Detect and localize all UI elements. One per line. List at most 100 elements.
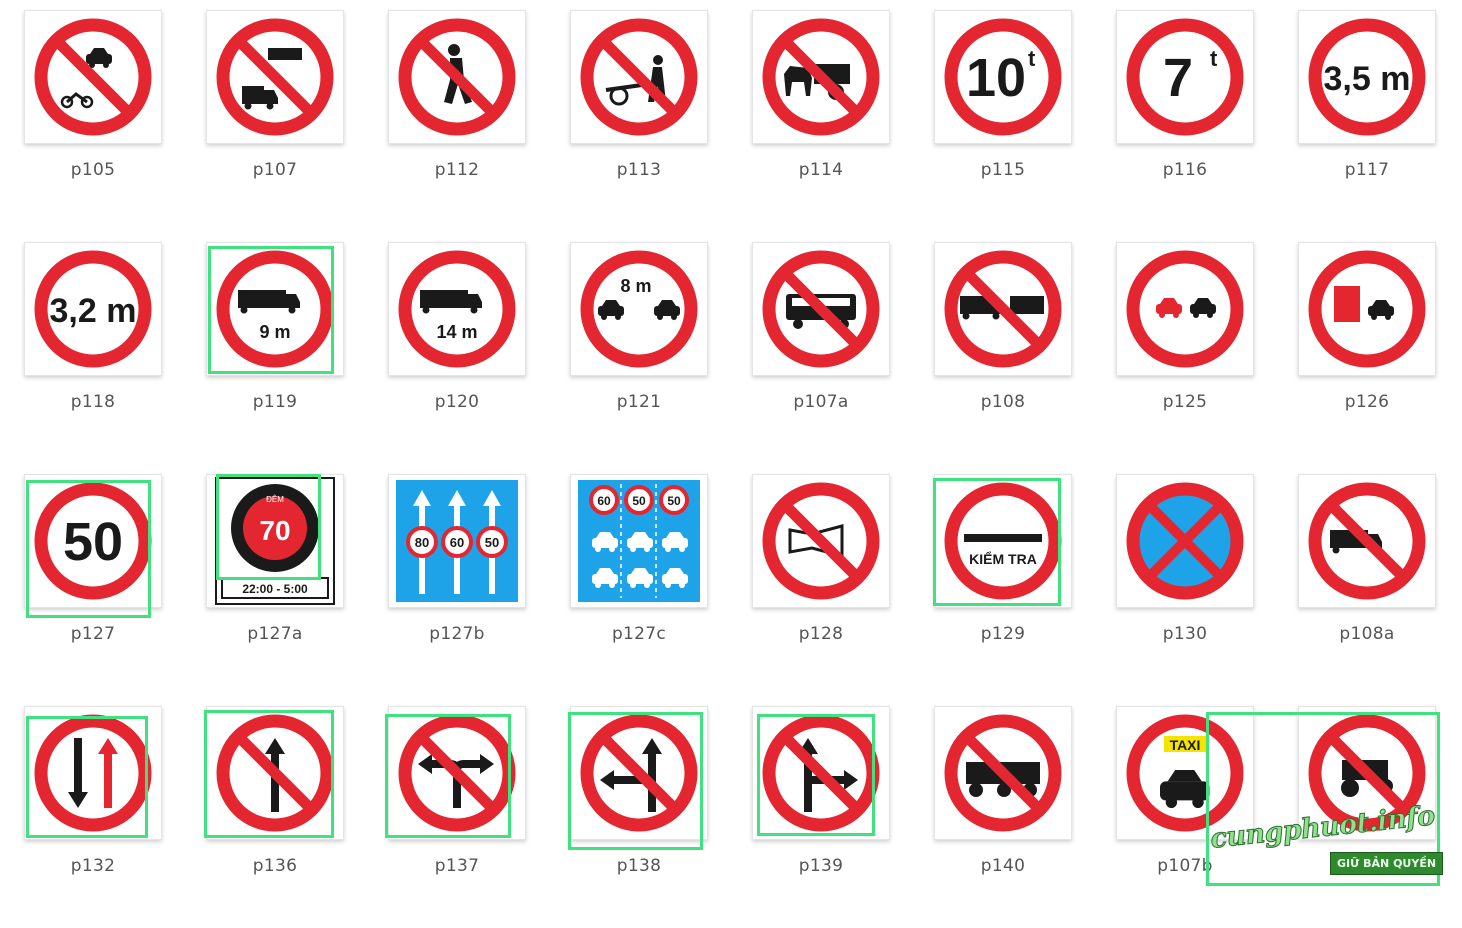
traffic-sign-p137-icon [398, 714, 516, 832]
sign-tile-p121: 8 m p121 [548, 232, 730, 464]
sign-tile-p127a: ĐÊM 70 22:00 - 5:00 p127a [184, 464, 366, 696]
sign-card [24, 10, 162, 144]
svg-text:TAXI: TAXI [1170, 737, 1201, 753]
svg-text:14 m: 14 m [436, 322, 477, 342]
sign-card: 14 m [388, 242, 526, 376]
traffic-sign-p112-icon [398, 18, 516, 136]
svg-text:8 m: 8 m [620, 276, 651, 296]
sign-card [1298, 242, 1436, 376]
traffic-sign-p115-icon: 10 t [944, 18, 1062, 136]
sign-card: 50 [24, 474, 162, 608]
traffic-sign-p140-icon [944, 714, 1062, 832]
sign-card [1116, 242, 1254, 376]
svg-text:70: 70 [259, 515, 290, 546]
sign-tile-p107b: TAXI p107b [1094, 696, 1276, 928]
sign-tile-p112: p112 [366, 0, 548, 232]
traffic-sign-p114-icon [762, 18, 880, 136]
traffic-sign-p118-icon: 3,2 m [34, 250, 152, 368]
traffic-sign-p127-icon: 50 [34, 482, 152, 600]
traffic-sign-p107b-icon: TAXI [1126, 714, 1244, 832]
sign-tile-p130: p130 [1094, 464, 1276, 696]
sign-card: 7t [1116, 10, 1254, 144]
traffic-sign-p126-icon [1308, 250, 1426, 368]
sign-code-label: p105 [70, 160, 116, 180]
traffic-sign-p132-icon [34, 714, 152, 832]
sign-card: KIỂM TRA [934, 474, 1072, 608]
sign-tile-p105: p105 [2, 0, 184, 232]
sign-tile-p127: 50 p127 [2, 464, 184, 696]
traffic-sign-p128-icon [762, 482, 880, 600]
traffic-sign-p120-icon: 14 m [398, 250, 516, 368]
traffic-sign-p139-icon [762, 714, 880, 832]
svg-text:50: 50 [63, 512, 123, 572]
sign-card [570, 706, 708, 840]
svg-text:22:00 - 5:00: 22:00 - 5:00 [242, 582, 308, 596]
sign-card [1298, 474, 1436, 608]
traffic-sign-p130-icon [1126, 482, 1244, 600]
sign-code-label: p127 [70, 624, 116, 644]
traffic-sign-p136-icon [216, 714, 334, 832]
sign-card [570, 10, 708, 144]
sign-tile-p117: 3,5 m p117 [1276, 0, 1458, 232]
svg-text:50: 50 [632, 494, 646, 508]
sign-code-label: p118 [70, 392, 116, 412]
sign-tile-p137: p137 [366, 696, 548, 928]
sign-card [206, 10, 344, 144]
sign-code-label: p108 [980, 392, 1026, 412]
sign-tile-p108: p108 [912, 232, 1094, 464]
sign-code-label: p132 [70, 856, 116, 876]
traffic-sign-p108-icon [944, 250, 1062, 368]
sign-code-label: p108a [1339, 624, 1395, 644]
sign-tile-p108a: p108a [1276, 464, 1458, 696]
sign-code-label: p125 [1162, 392, 1208, 412]
sign-tile-p126: p126 [1276, 232, 1458, 464]
sign-code-label: p127c [611, 624, 667, 644]
sign-card [24, 706, 162, 840]
sign-tile-p118: 3,2 m p118 [2, 232, 184, 464]
sign-card: 3,5 m [1298, 10, 1436, 144]
svg-text:KIỂM TRA: KIỂM TRA [969, 550, 1037, 567]
sign-code-label: p121 [616, 392, 662, 412]
traffic-sign-p127b-icon: 80 60 50 [396, 480, 518, 602]
sign-tile-p129: KIỂM TRA p129 [912, 464, 1094, 696]
sign-tile-p114: p114 [730, 0, 912, 232]
sign-tile-p136: p136 [184, 696, 366, 928]
sign-tile-p115: 10 t p115 [912, 0, 1094, 232]
sign-code-label: p127a [247, 624, 303, 644]
sign-code-label: p137 [434, 856, 480, 876]
sign-card: 60 50 50 [570, 474, 708, 608]
sign-code-label: p107b [1157, 856, 1213, 876]
sign-card [934, 706, 1072, 840]
sign-code-label: p117 [1344, 160, 1390, 180]
sign-card: 8 m [570, 242, 708, 376]
sign-code-label: p120 [434, 392, 480, 412]
svg-text:10: 10 [966, 48, 1026, 108]
svg-text:t: t [1210, 46, 1218, 71]
sign-grid: p105 p107 p112 p113 p114 10 t p115 7 t p116 3,5 m p1… [0, 0, 1462, 900]
sign-code-label: p136 [252, 856, 298, 876]
svg-text:50: 50 [667, 494, 681, 508]
sign-code-label: p130 [1162, 624, 1208, 644]
traffic-sign-p108a-icon [1308, 482, 1426, 600]
sign-code-label: p129 [980, 624, 1026, 644]
sign-tile-p125: p125 [1094, 232, 1276, 464]
sign-card [752, 242, 890, 376]
svg-text:50: 50 [485, 535, 499, 550]
sign-card [752, 474, 890, 608]
traffic-sign-p117-icon: 3,5 m [1308, 18, 1426, 136]
sign-card [1116, 474, 1254, 608]
sign-card: TAXI [1116, 706, 1254, 840]
svg-text:3,2 m: 3,2 m [50, 292, 137, 330]
sign-code-label: p128 [798, 624, 844, 644]
sign-code-label: p115 [980, 160, 1026, 180]
sign-card [752, 10, 890, 144]
sign-code-label: p107a [793, 392, 849, 412]
traffic-sign-p127c-icon: 60 50 50 [578, 480, 700, 602]
traffic-sign-p107a-icon [762, 250, 880, 368]
sign-tile-p107a: p107a [730, 232, 912, 464]
traffic-sign-p107-icon [216, 18, 334, 136]
sign-card [206, 706, 344, 840]
sign-tile-p132: p132 [2, 696, 184, 928]
svg-text:t: t [1028, 46, 1036, 71]
sign-card: 10 t [934, 10, 1072, 144]
